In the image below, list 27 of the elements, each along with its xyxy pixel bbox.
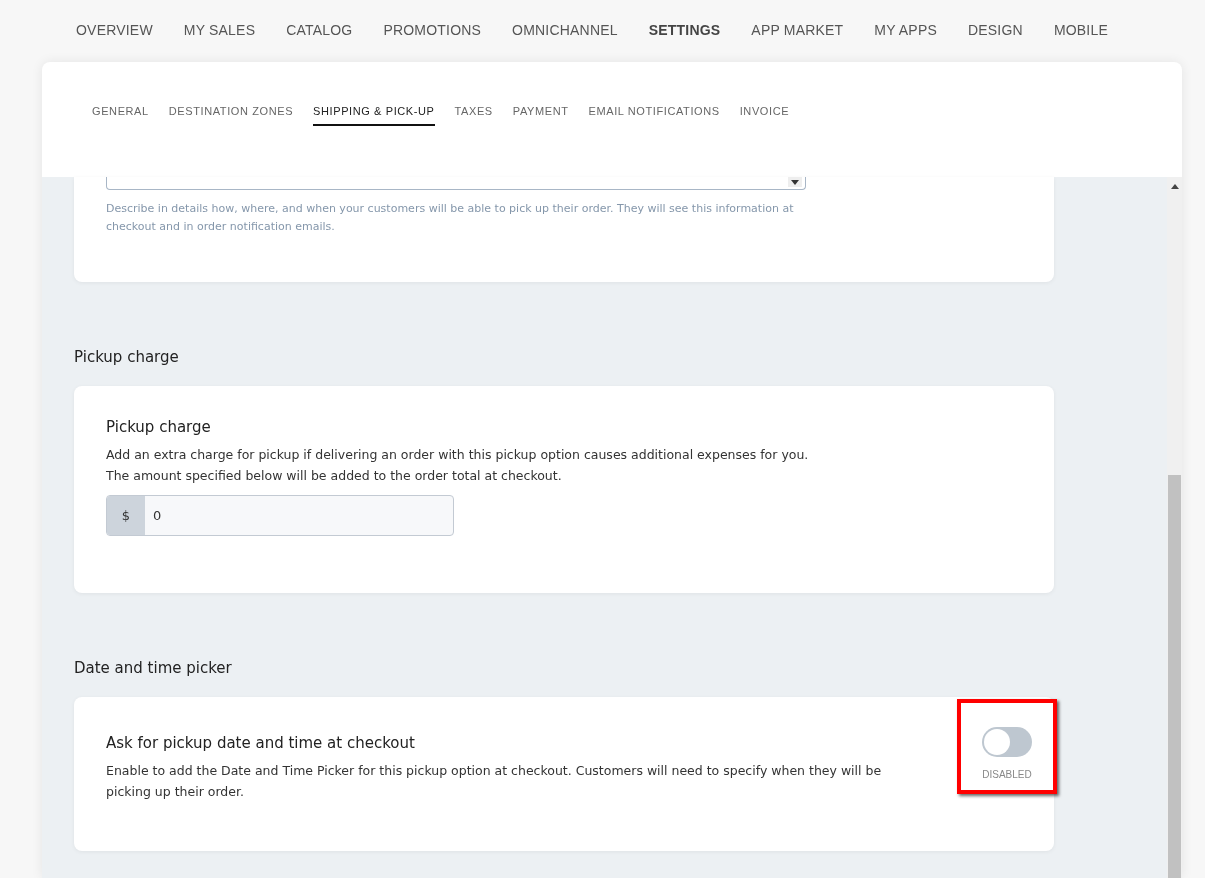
nav-link[interactable]: CATALOG (286, 20, 353, 62)
nav-link[interactable]: MY SALES (183, 20, 256, 62)
settings-tab[interactable]: EMAIL NOTIFICATIONS (588, 103, 720, 126)
nav-link[interactable]: MOBILE (1053, 20, 1108, 62)
amount-field[interactable]: $ 0 (106, 495, 454, 536)
nav-link[interactable]: OVERVIEW (76, 20, 153, 62)
card-title: Ask for pickup date and time at checkout (106, 734, 416, 752)
toggle-state-label: DISABLED (982, 769, 1032, 780)
nav-link[interactable]: OMNICHANNEL (512, 20, 618, 62)
settings-tab[interactable]: GENERAL (92, 103, 149, 126)
currency-prefix: $ (107, 496, 145, 535)
card-title: Pickup charge (106, 418, 212, 436)
section-heading: Date and time picker (74, 658, 233, 679)
settings-tab[interactable]: TAXES (454, 103, 493, 126)
nav-link[interactable]: MY APPS (874, 20, 937, 62)
settings-tab[interactable]: SHIPPING & PICK-UP (313, 103, 435, 126)
settings-tab[interactable]: PAYMENT (512, 103, 569, 126)
description: Add an extra charge for pickup if delivering an order with this pickup option causes additional expenses for you. The amount specified below will be added to the order total at checkout. (106, 446, 810, 485)
nav-link[interactable]: DESIGN (968, 20, 1023, 62)
nav-link[interactable]: APP MARKET (751, 20, 844, 62)
help-text: Describe in details how, where, and when your customers will be able to pick up their order. They will see this information at checkout and in order notification emails. (106, 201, 795, 235)
description: Enable to add the Date and Time Picker for this pickup option at checkout. Customers will need to specify when they will be picking up their order. (106, 762, 883, 801)
settings-tab[interactable]: INVOICE (739, 103, 790, 126)
nav-link[interactable]: PROMOTIONS (383, 20, 482, 62)
nav-link[interactable]: SETTINGS (648, 20, 721, 62)
section-heading: Pickup charge (74, 347, 180, 368)
settings-tab[interactable]: DESTINATION ZONES (168, 103, 294, 126)
